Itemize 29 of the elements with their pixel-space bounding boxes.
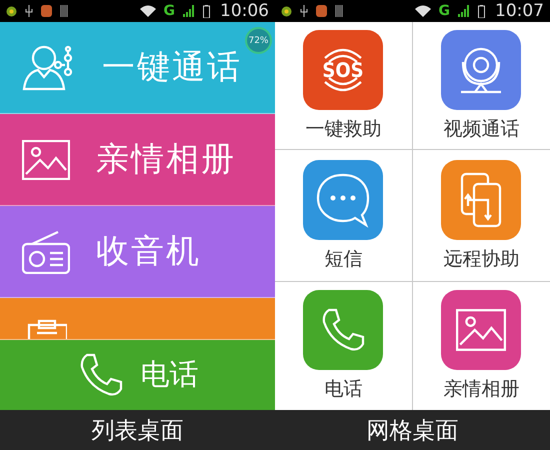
usb-icon [300,5,308,17]
sos-label: SOS [322,58,364,82]
app-tile[interactable]: SOS 一键救助 [275,22,412,150]
menu-item-label: 一键通话 [102,46,242,88]
barcode-icon [60,5,68,17]
app-tile[interactable]: 短信 [275,150,412,282]
menu-item-label: 收音机 [96,230,201,272]
clock: 10:07 [495,1,544,21]
network-type: G [164,3,175,19]
app-icon [281,6,292,16]
clock: 10:06 [220,1,269,21]
picture-icon [456,309,506,351]
barcode-icon [335,5,343,17]
network-type: G [438,3,450,19]
wifi-icon [414,5,430,17]
battery-icon [478,4,485,18]
menu-item[interactable]: 收音机 [0,206,275,298]
menu-item-label: 亲情相册 [96,138,236,180]
signal-icon [183,5,195,17]
clipboard-icon [27,319,67,339]
menu-item[interactable] [0,298,275,340]
picture-icon [22,140,70,180]
menu-item[interactable]: 亲情相册 [0,114,275,206]
battery-icon [203,4,210,18]
signal-icon [458,5,470,17]
radio-icon [22,230,70,274]
wifi-icon [140,5,156,17]
usb-icon [25,5,33,17]
app-icon [6,6,17,16]
